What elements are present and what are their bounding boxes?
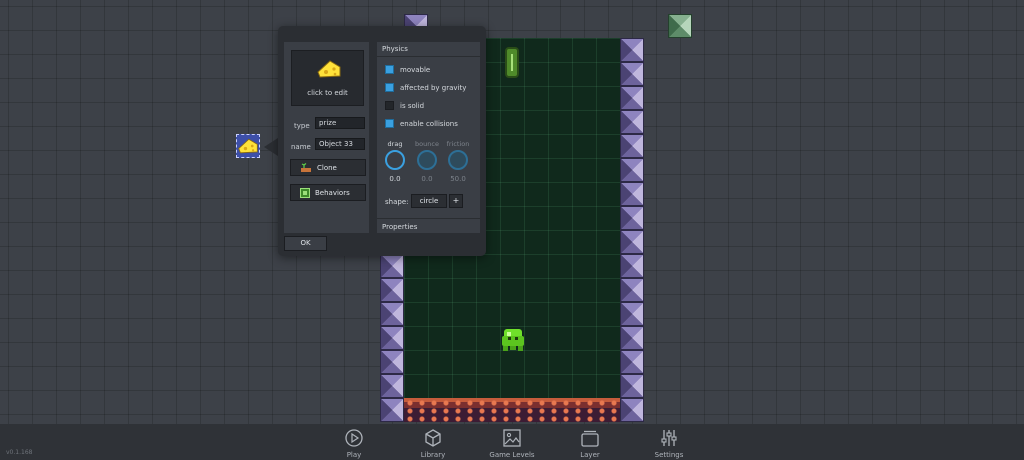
play-button[interactable]: Play [324,428,384,459]
drag-value: 0.0 [389,175,401,183]
left-wall[interactable] [380,254,404,422]
settings-label: Settings [654,451,684,459]
wall-block [620,374,644,398]
cube-icon [425,429,441,447]
drag-label: drag [387,140,403,148]
clone-button[interactable]: Clone [290,159,366,176]
image-icon [503,429,521,447]
wall-block [620,302,644,326]
sliders-icon [661,430,677,446]
wall-block [380,302,404,326]
right-wall[interactable] [620,38,644,422]
shape-label: shape: [385,198,409,206]
play-icon [345,429,363,447]
wall-block [380,326,404,350]
solid-label: is solid [400,101,425,110]
solid-toggle[interactable]: is solid [385,101,424,110]
wall-block [380,374,404,398]
cheese-icon [317,60,341,78]
play-label: Play [346,451,362,459]
drag-knob[interactable] [385,150,405,170]
library-button[interactable]: Library [403,428,463,459]
clone-icon [301,162,311,172]
wall-block [620,398,644,422]
wall-block [380,350,404,374]
wall-block [380,278,404,302]
layers-icon [581,430,599,447]
movable-toggle[interactable]: movable [385,65,430,74]
clone-label: Clone [317,163,337,172]
friction-label: friction [446,140,470,148]
bounce-knob[interactable] [417,150,437,170]
game-levels-label: Game Levels [489,451,535,459]
green-block[interactable] [668,14,692,38]
shape-add-button[interactable]: + [449,194,463,208]
wall-block [620,182,644,206]
physics-title: Physics [377,42,480,57]
bounce-label: bounce [415,140,439,148]
slime-sprite-icon [502,329,524,351]
settings-button[interactable]: Settings [639,428,699,459]
wall-block [620,134,644,158]
name-label: name [291,143,311,151]
behaviors-button[interactable]: Behaviors [290,184,366,201]
bottom-toolbar: Play Library Game Levels Layer Settings [0,424,1024,460]
object-thumbnail[interactable]: click to edit [291,50,364,106]
gravity-label: affected by gravity [400,83,467,92]
gravity-checkbox[interactable] [385,83,394,92]
wall-block [620,38,644,62]
type-label: type [294,122,310,130]
solid-checkbox[interactable] [385,101,394,110]
name-field[interactable]: Object 33 [315,138,365,150]
wall-block [380,254,404,278]
wall-block [620,278,644,302]
thumbnail-label: click to edit [307,89,348,97]
wall-block [620,326,644,350]
layer-label: Layer [580,451,600,459]
gravity-toggle[interactable]: affected by gravity [385,83,466,92]
movable-label: movable [400,65,431,74]
selected-prize-object[interactable] [236,134,260,158]
library-label: Library [420,451,446,459]
type-field[interactable]: prize [315,117,365,129]
lava-floor[interactable] [404,398,620,422]
layer-button[interactable]: Layer [560,428,620,459]
shape-select[interactable]: circle [411,194,447,208]
game-levels-button[interactable]: Game Levels [482,428,542,459]
behaviors-icon [300,187,310,198]
wall-block [620,110,644,134]
cheese-icon [238,138,258,154]
object-inspector: click to edit type prize name Object 33 … [278,26,486,256]
slime-character[interactable] [501,326,525,352]
properties-title[interactable]: Properties [377,218,480,233]
wall-block [620,254,644,278]
object-summary: click to edit type prize name Object 33 … [284,42,369,233]
ok-button[interactable]: OK [284,236,327,251]
panel-pointer [264,138,278,156]
behaviors-label: Behaviors [315,188,350,197]
collisions-toggle[interactable]: enable collisions [385,119,458,128]
wall-block [620,350,644,374]
collisions-label: enable collisions [400,119,458,128]
wall-block [380,398,404,422]
friction-value: 50.0 [450,175,466,183]
wall-block [620,230,644,254]
collisions-checkbox[interactable] [385,119,394,128]
friction-knob[interactable] [448,150,468,170]
wall-block [620,86,644,110]
platform-pill[interactable] [505,47,519,78]
bounce-value: 0.0 [421,175,433,183]
version-text: v0.1.168 [6,449,33,456]
movable-checkbox[interactable] [385,65,394,74]
wall-block [620,206,644,230]
wall-block [620,158,644,182]
wall-block [620,62,644,86]
physics-section: Physics movable affected by gravity is s… [377,42,480,233]
